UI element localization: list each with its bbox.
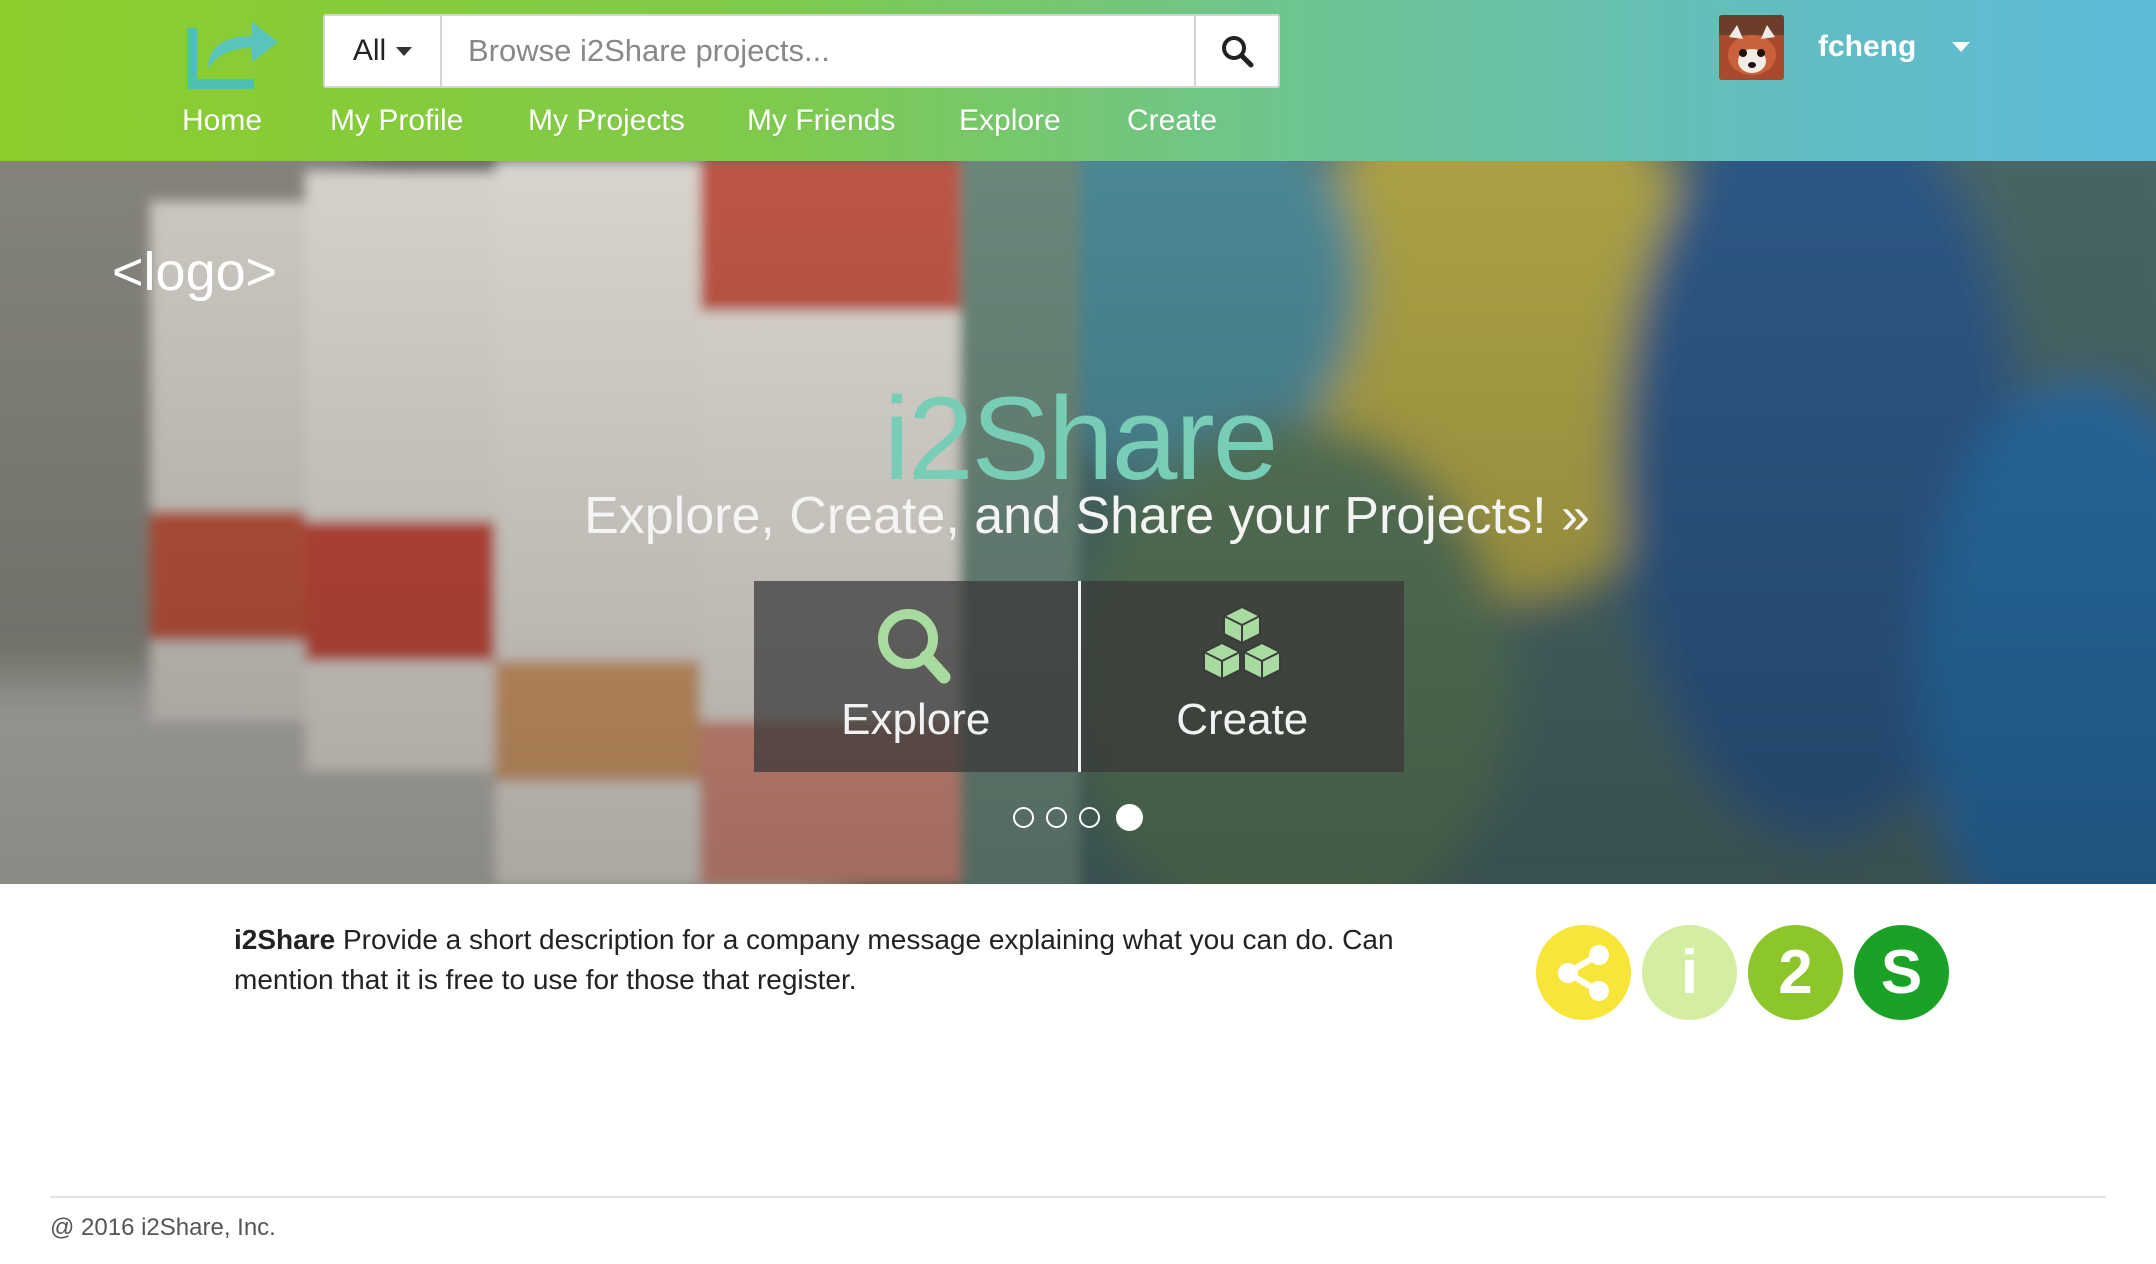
carousel-indicators [1013, 804, 1143, 831]
footer-copyright: @ 2016 i2Share, Inc. [50, 1214, 276, 1241]
main-nav: Home My Profile My Projects My Friends E… [0, 100, 1300, 150]
share-icon [1557, 944, 1609, 1001]
search-bar: All [323, 14, 1280, 88]
search-input[interactable] [442, 16, 1194, 86]
hero-logo-placeholder: <logo> [112, 242, 278, 302]
nav-my-profile[interactable]: My Profile [330, 104, 463, 138]
share-logo-icon[interactable] [182, 10, 282, 94]
company-description: i2Share Provide a short description for … [234, 920, 1434, 1000]
carousel-dot-3[interactable] [1079, 807, 1100, 828]
hero-action-group: Explore Create [754, 581, 1404, 772]
badge-letter-s: S [1854, 925, 1949, 1020]
description-brand: i2Share [234, 924, 336, 955]
avatar [1719, 14, 1784, 80]
nav-home[interactable]: Home [182, 104, 262, 138]
description-text: Provide a short description for a compan… [234, 924, 1394, 995]
search-icon [1222, 36, 1254, 68]
badge-share [1536, 925, 1631, 1020]
nav-explore[interactable]: Explore [959, 104, 1061, 138]
carousel-dot-4[interactable] [1116, 804, 1143, 831]
search-scope-dropdown[interactable]: All [325, 16, 442, 86]
username: fcheng [1818, 30, 1917, 63]
badge-letter-i: i [1642, 925, 1737, 1020]
hero-tagline[interactable]: Explore, Create, and Share your Projects… [0, 486, 2156, 546]
hero-explore-button[interactable]: Explore [754, 581, 1078, 772]
chevron-down-icon [1952, 42, 1971, 52]
footer-divider [50, 1196, 2106, 1198]
carousel-dot-1[interactable] [1013, 807, 1034, 828]
user-menu[interactable]: fcheng [1719, 14, 1979, 80]
search-scope-label: All [352, 34, 387, 67]
hero-create-button[interactable]: Create [1080, 581, 1404, 772]
chevron-down-icon [396, 46, 413, 56]
hero-banner: <logo> i2Share Explore, Create, and Shar… [0, 161, 2156, 884]
search-button[interactable] [1194, 16, 1278, 86]
search-icon [877, 609, 951, 684]
hero-explore-label: Explore [841, 695, 991, 744]
nav-create[interactable]: Create [1127, 104, 1217, 138]
nav-my-friends[interactable]: My Friends [747, 104, 895, 138]
hero-create-label: Create [1176, 695, 1309, 744]
top-header: All Home My Profile My Projects My Frien… [0, 0, 2156, 161]
badge-digit-2: 2 [1748, 925, 1843, 1020]
nav-my-projects[interactable]: My Projects [528, 104, 685, 138]
cubes-icon [1203, 606, 1282, 680]
carousel-dot-2[interactable] [1046, 807, 1067, 828]
brand-badges: i 2 S [1536, 925, 1949, 1020]
